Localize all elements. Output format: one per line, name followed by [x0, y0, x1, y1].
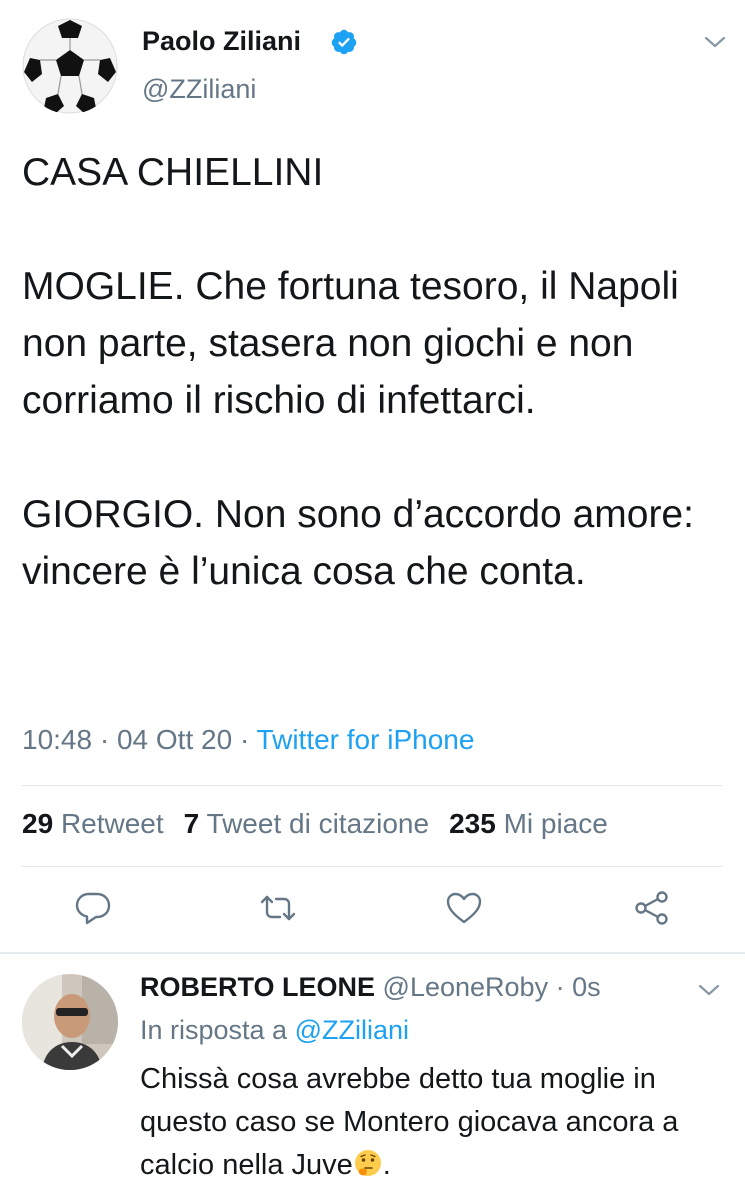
author-avatar[interactable] [22, 18, 118, 114]
reply-time: 0s [572, 972, 601, 1002]
reply-separator: · [555, 972, 565, 1002]
chevron-down-icon[interactable] [702, 32, 728, 52]
tweet-date: 04 Ott 20 [116, 724, 233, 755]
divider [22, 866, 722, 867]
in-reply-to-label: In risposta a [140, 1015, 288, 1045]
chevron-down-icon[interactable] [696, 980, 722, 1000]
likes-label: Mi piace [503, 808, 608, 839]
quotes-label: Tweet di citazione [206, 808, 430, 839]
in-reply-to-handle[interactable]: @ZZiliani [295, 1015, 409, 1045]
reply-icon[interactable] [73, 888, 113, 928]
likes-stat[interactable]: 235 Mi piace [449, 808, 608, 839]
retweet-icon[interactable] [258, 888, 298, 928]
tweet-time: 10:48 [22, 724, 93, 755]
reply-author-handle[interactable]: @LeoneRoby [383, 972, 549, 1002]
quotes-stat[interactable]: 7 Tweet di citazione [184, 808, 429, 839]
author-handle[interactable]: @ZZiliani [142, 74, 256, 105]
retweets-count: 29 [22, 808, 54, 839]
tweet-source-link[interactable]: Twitter for iPhone [257, 724, 475, 755]
thinking-face-icon [353, 1148, 383, 1178]
reply-text: Chissà cosa avrebbe detto tua moglie in … [140, 1058, 740, 1187]
in-reply-to: In risposta a @ZZiliani [140, 1015, 409, 1046]
quotes-count: 7 [183, 808, 200, 839]
meta-separator: · [239, 724, 250, 755]
likes-count: 235 [449, 808, 496, 839]
retweets-stat[interactable]: 29 Retweet [22, 808, 164, 839]
retweets-label: Retweet [60, 808, 164, 839]
user-photo-icon [22, 974, 118, 1070]
like-icon[interactable] [444, 888, 484, 928]
divider [0, 952, 745, 954]
soccer-ball-icon [22, 18, 118, 114]
reply-author-avatar[interactable] [22, 974, 118, 1070]
reply-text-end: . [382, 1149, 391, 1181]
verified-badge-icon [330, 28, 358, 56]
author-name[interactable]: Paolo Ziliani [142, 26, 301, 57]
divider [22, 785, 722, 786]
meta-separator: · [99, 724, 110, 755]
share-icon[interactable] [632, 888, 672, 928]
tweet-meta: 10:48 · 04 Ott 20 · Twitter for iPhone [22, 724, 474, 756]
tweet-text: CASA CHIELLINI MOGLIE. Che fortuna tesor… [22, 151, 694, 593]
reply-text-body: Chissà cosa avrebbe detto tua moglie in … [140, 1063, 679, 1181]
reply-author-name[interactable]: ROBERTO LEONE [140, 972, 375, 1002]
tweet-stats: 29 Retweet 7 Tweet di citazione 235 Mi pia… [22, 808, 608, 840]
reply-header: ROBERTO LEONE @LeoneRoby · 0s [140, 972, 601, 1003]
